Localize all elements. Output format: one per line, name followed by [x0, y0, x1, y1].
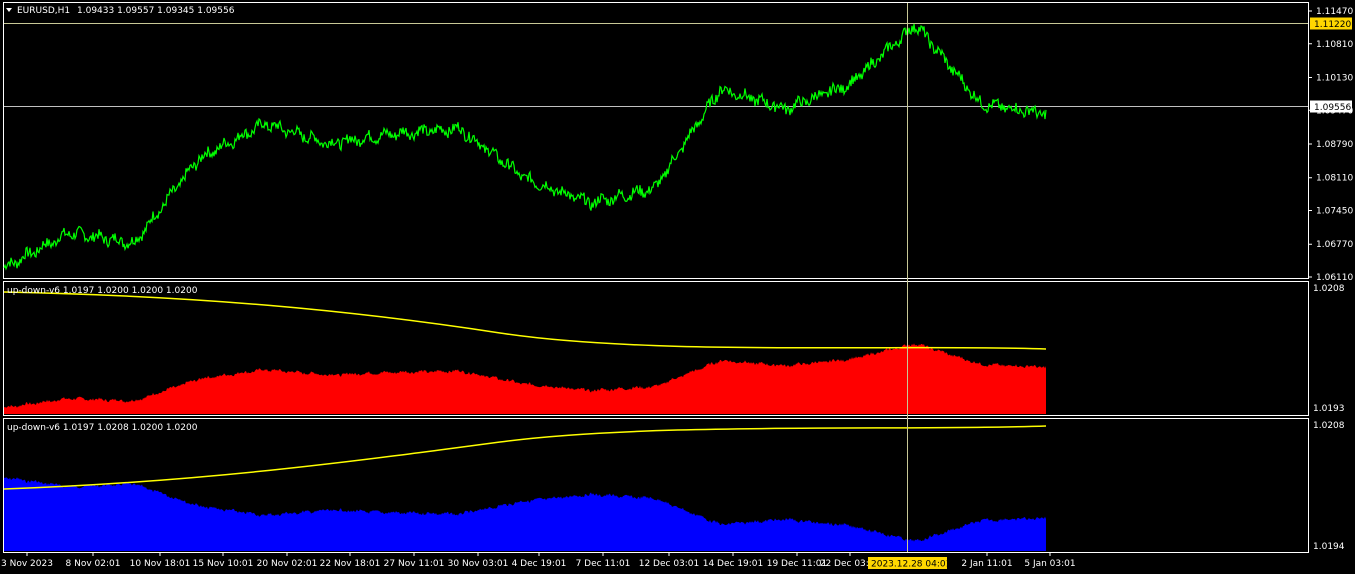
price-line-series[interactable]	[3, 23, 1047, 271]
time-tick-label: 8 Nov 02:01	[66, 559, 121, 569]
price-tick-label: 1.10130	[1316, 74, 1353, 84]
time-tick-label: 10 Nov 18:01	[130, 559, 191, 569]
time-tick-label: 14 Dec 19:01	[703, 559, 764, 569]
chart-canvas[interactable]: EURUSD,H1 1.09433 1.09557 1.09345 1.0955…	[0, 0, 1355, 574]
indicator-2-area[interactable]	[3, 425, 1047, 551]
indicator-2-scale-bottom: 1.0194	[1313, 542, 1345, 552]
time-tick-label: 19 Dec 11:01	[767, 559, 828, 569]
price-tick-label: 1.06110	[1316, 273, 1353, 283]
indicator-2-signal-line	[3, 425, 1047, 490]
indicator-1-scale-bottom: 1.0193	[1313, 404, 1345, 414]
symbol-dropdown-icon[interactable]	[6, 8, 12, 12]
time-tick-label: 12 Dec 03:01	[639, 559, 700, 569]
time-tick-label: 5 Jan 03:01	[1024, 559, 1075, 569]
indicator-1-area[interactable]	[3, 291, 1047, 414]
indicator-1-signal-line	[3, 291, 1047, 350]
time-tick-label: 20 Nov 02:01	[257, 559, 318, 569]
indicator-1-fill	[4, 343, 1046, 414]
indicator-1-header: up-down-v6 1.0197 1.0200 1.0200 1.0200	[7, 286, 198, 296]
time-tick-label: 3 Nov 2023	[1, 559, 53, 569]
ohlc-values: 1.09433 1.09557 1.09345 1.09556	[77, 6, 235, 16]
time-tick-label: 7 Dec 11:01	[576, 559, 631, 569]
time-tick-label: 27 Nov 11:01	[384, 559, 445, 569]
price-line-badge-text: 1.09556	[1314, 103, 1351, 113]
indicator-2-header: up-down-v6 1.0197 1.0208 1.0200 1.0200	[7, 423, 198, 433]
crosshair-time-label: 2023.12.28 04:01	[868, 557, 951, 570]
symbol-timeframe-label: EURUSD,H1	[17, 6, 70, 16]
time-tick-label: 30 Nov 03:01	[448, 559, 509, 569]
time-tick-label: 2 Jan 11:01	[961, 559, 1012, 569]
price-tick-label: 1.08790	[1316, 140, 1353, 150]
price-tick-label: 1.07450	[1316, 207, 1353, 217]
price-tick-label: 1.06770	[1316, 240, 1353, 250]
price-tick-label: 1.10810	[1316, 40, 1353, 50]
price-tick-label: 1.11470	[1316, 7, 1353, 17]
price-area[interactable]	[3, 23, 1308, 271]
indicator-1-scale-top: 1.0208	[1313, 284, 1345, 294]
time-tick-label: 15 Nov 10:01	[193, 559, 254, 569]
indicator-2-scale-top: 1.0208	[1313, 421, 1345, 431]
price-line-badge-text: 1.11220	[1314, 20, 1351, 30]
indicator-2-fill	[4, 477, 1046, 551]
main-panel-frame	[3, 2, 1309, 279]
time-tick-label: 22 Nov 18:01	[320, 559, 381, 569]
time-tick-label: 4 Dec 19:01	[512, 559, 567, 569]
price-tick-label: 1.08110	[1316, 174, 1353, 184]
crosshair-time-text: 2023.12.28 04:01	[871, 560, 951, 570]
